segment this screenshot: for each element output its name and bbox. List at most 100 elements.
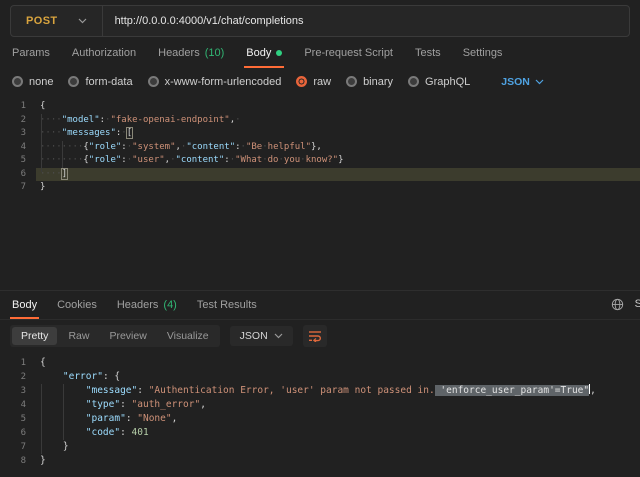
code-text: "param": "None",: [36, 412, 640, 426]
view-mode-switch: Pretty Raw Preview Visualize: [10, 325, 220, 347]
token-key: "code": [86, 427, 120, 438]
tab-headers[interactable]: Headers(10): [158, 37, 224, 68]
token-str: "Authentication Error, 'user' param not …: [149, 385, 435, 396]
radio-label: GraphQL: [425, 76, 470, 88]
save-response-clipped[interactable]: S: [635, 298, 640, 310]
tab-response-headers[interactable]: Headers(4): [117, 291, 177, 319]
code-text: {: [36, 356, 640, 370]
token-sel: 'enforce_user_param'=True": [435, 385, 589, 396]
token-key: "content": [186, 142, 235, 152]
code-line[interactable]: 2····"model":·"fake-openai-endpoint",·: [0, 114, 640, 128]
url-input[interactable]: http://0.0.0.0:4000/v1/chat/completions: [103, 15, 316, 27]
radio-binary[interactable]: binary: [346, 76, 393, 88]
token-key: "role": [89, 142, 122, 152]
token-str: "user": [132, 155, 165, 165]
code-line[interactable]: 7 }: [0, 440, 640, 454]
token-str: helpful": [268, 142, 311, 152]
radio-graphql[interactable]: GraphQL: [408, 76, 470, 88]
tab-label: Params: [12, 47, 50, 59]
code-text: ········{"role":·"user",·"content":·"Wha…: [36, 154, 640, 168]
token-ws: ····: [40, 169, 62, 179]
code-line[interactable]: 3····"messages":·[: [0, 127, 640, 141]
code-line[interactable]: 6····]: [0, 168, 640, 182]
code-text: ····]: [36, 168, 640, 182]
radio-x-www-form-urlencoded[interactable]: x-www-form-urlencoded: [148, 76, 282, 88]
tab-label: Headers: [158, 47, 200, 59]
code-line[interactable]: 1{: [0, 356, 640, 370]
token-punct: },: [311, 142, 322, 152]
modified-dot-icon: [276, 50, 282, 56]
code-line[interactable]: 4········{"role":·"system",·"content":·"…: [0, 141, 640, 155]
token-str: "Be: [246, 142, 262, 152]
radio-form-data[interactable]: form-data: [68, 76, 132, 88]
chevron-down-icon: [535, 79, 544, 85]
radio-raw[interactable]: raw: [296, 76, 331, 88]
request-body-editor[interactable]: 1{2····"model":·"fake-openai-endpoint",·…: [0, 95, 640, 291]
line-number: 8: [0, 454, 36, 468]
wrap-text-button[interactable]: [303, 325, 327, 347]
raw-language-dropdown[interactable]: JSON: [501, 76, 544, 88]
tab-cookies[interactable]: Cookies: [57, 291, 97, 319]
tab-settings[interactable]: Settings: [463, 37, 503, 68]
tab-body[interactable]: Body: [246, 37, 282, 68]
tab-test-results[interactable]: Test Results: [197, 291, 257, 319]
code-line[interactable]: 2 "error": {: [0, 370, 640, 384]
code-line[interactable]: 8}: [0, 454, 640, 468]
code-line[interactable]: 5 "param": "None",: [0, 412, 640, 426]
token-brk: ]: [62, 169, 67, 179]
request-tabs: Params Authorization Headers(10) Body Pr…: [0, 37, 640, 68]
line-number: 7: [0, 440, 36, 454]
code-line[interactable]: 1{: [0, 100, 640, 114]
code-line[interactable]: 5········{"role":·"user",·"content":·"Wh…: [0, 154, 640, 168]
tab-label: Cookies: [57, 299, 97, 311]
view-preview[interactable]: Preview: [100, 327, 155, 345]
globe-icon[interactable]: [611, 298, 624, 311]
line-number: 1: [0, 100, 36, 114]
method-dropdown[interactable]: POST: [11, 6, 102, 36]
response-tabs: Body Cookies Headers(4) Test Results S: [0, 291, 640, 320]
token-num: 401: [132, 427, 149, 438]
tab-label: Test Results: [197, 299, 257, 311]
tab-authorization[interactable]: Authorization: [72, 37, 136, 68]
token-str: "system": [132, 142, 175, 152]
line-number: 3: [0, 127, 36, 141]
view-raw[interactable]: Raw: [59, 327, 98, 345]
token-punct: }: [63, 441, 69, 452]
indent-guide: [62, 141, 63, 168]
language-label: JSON: [240, 330, 268, 342]
token-punct: : {: [103, 371, 120, 382]
token-key: "message": [86, 385, 137, 396]
line-number: 2: [0, 114, 36, 128]
code-line[interactable]: 3 "message": "Authentication Error, 'use…: [0, 384, 640, 398]
line-number: 3: [0, 384, 36, 398]
code-text: "error": {: [36, 370, 640, 384]
tab-pre-request-script[interactable]: Pre-request Script: [304, 37, 393, 68]
code-line[interactable]: 6 "code": 401: [0, 426, 640, 440]
token-punct: }: [40, 182, 45, 192]
radio-none[interactable]: none: [12, 76, 53, 88]
code-line[interactable]: 4 "type": "auth_error",: [0, 398, 640, 412]
response-language-dropdown[interactable]: JSON: [230, 326, 293, 346]
view-pretty[interactable]: Pretty: [12, 327, 57, 345]
headers-count: (4): [163, 299, 176, 311]
line-number: 7: [0, 181, 36, 195]
language-label: JSON: [501, 76, 530, 88]
token-punct: }: [338, 155, 343, 165]
radio-label: none: [29, 76, 53, 88]
view-visualize[interactable]: Visualize: [158, 327, 218, 345]
radio-icon: [346, 76, 357, 87]
token-key: "content": [176, 155, 225, 165]
token-punct: ,: [200, 399, 206, 410]
token-str: "What: [235, 155, 262, 165]
tab-tests[interactable]: Tests: [415, 37, 441, 68]
token-str: "fake-openai-endpoint": [110, 115, 229, 125]
indent-guide: [41, 384, 42, 454]
response-body-viewer[interactable]: 1{2 "error": {3 "message": "Authenticati…: [0, 352, 640, 477]
tab-response-body[interactable]: Body: [12, 291, 37, 319]
radio-icon: [12, 76, 23, 87]
token-ws: ····: [40, 115, 62, 125]
radio-icon: [68, 76, 79, 87]
code-text: "type": "auth_error",: [36, 398, 640, 412]
code-line[interactable]: 7}: [0, 181, 640, 195]
tab-params[interactable]: Params: [12, 37, 50, 68]
